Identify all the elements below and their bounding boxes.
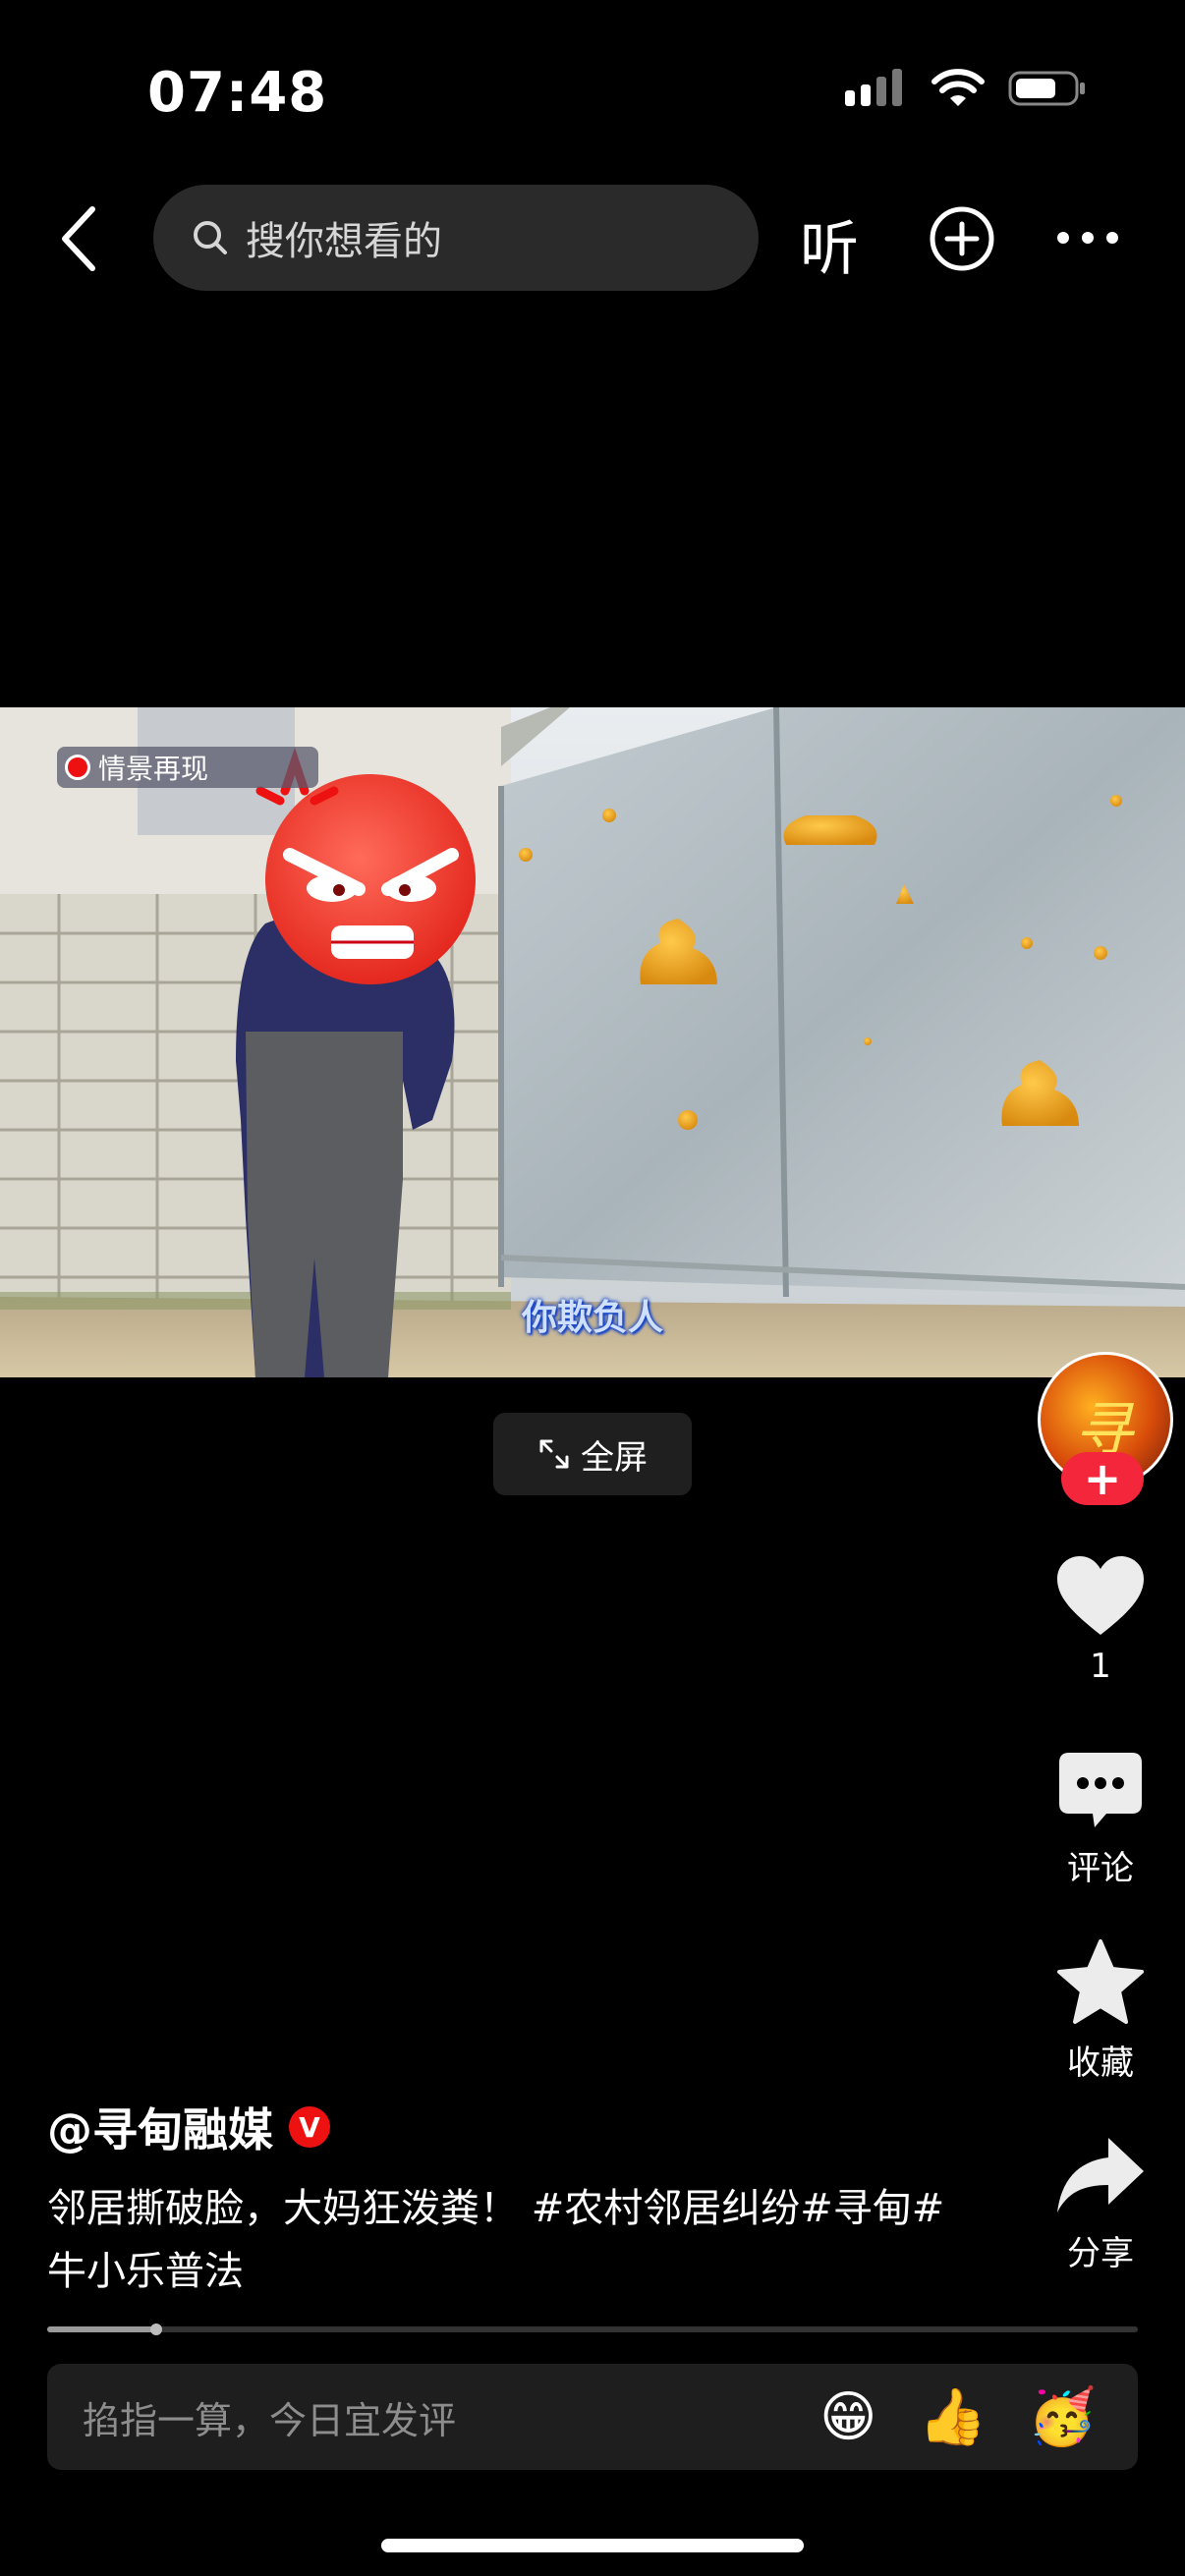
heart-icon — [1057, 1556, 1144, 1635]
comment-label: 评论 — [1067, 1849, 1134, 1888]
comment-button[interactable]: 评论 — [1022, 1749, 1179, 1889]
more-dots-icon — [1057, 232, 1118, 244]
favorite-label: 收藏 — [1067, 2044, 1134, 2083]
favorite-button[interactable]: 收藏 — [1022, 1937, 1179, 2084]
progress-fill — [47, 2326, 156, 2332]
cellular-signal-icon — [845, 69, 902, 106]
scene-badge-label: 情景再现 — [98, 753, 209, 785]
search-placeholder: 搜你想看的 — [246, 219, 442, 264]
video-subtitle: 你欺负人 — [521, 1298, 663, 1338]
search-icon — [194, 221, 227, 254]
record-dot-icon — [65, 755, 90, 780]
status-time: 07:48 — [147, 61, 328, 125]
more-button[interactable] — [1055, 226, 1120, 253]
status-icons — [845, 69, 1087, 108]
scene-reenactment-badge: 情景再现 — [57, 747, 318, 788]
like-count: 1 — [1090, 1647, 1111, 1686]
video-player[interactable]: 情景再现 你欺负人 — [0, 707, 1185, 1377]
grin-emoji-button[interactable]: 😁 — [819, 2385, 876, 2449]
author-name[interactable]: @寻甸融媒 — [47, 2095, 273, 2159]
comment-bubble-icon — [1059, 1753, 1142, 1827]
listen-button[interactable]: 听 — [800, 201, 859, 287]
video-progress-bar[interactable] — [47, 2324, 1138, 2335]
expand-icon — [539, 1439, 569, 1469]
video-frame-image — [0, 707, 1185, 1377]
share-arrow-icon — [1057, 2138, 1144, 2212]
share-button[interactable]: 分享 — [1022, 2132, 1179, 2274]
back-button[interactable] — [55, 201, 104, 276]
fullscreen-button[interactable]: 全屏 — [493, 1413, 692, 1495]
thumbs-up-emoji-button[interactable]: 👍 — [919, 2384, 988, 2449]
share-label: 分享 — [1067, 2234, 1134, 2273]
wifi-icon — [931, 69, 985, 106]
comment-input[interactable]: 掐指一算，今日宜发评 😁 👍 🥳 — [47, 2364, 1138, 2470]
comment-placeholder: 掐指一算，今日宜发评 — [83, 2398, 457, 2442]
plus-circle-icon — [930, 206, 994, 271]
chevron-left-icon — [62, 206, 95, 271]
battery-icon — [1008, 71, 1085, 106]
star-icon — [1057, 1939, 1144, 2024]
video-description: 邻居撕破脸，大妈狂泼粪！ #农村邻居纠纷#寻甸#牛小乐普法 — [47, 2186, 945, 2294]
verified-badge-icon: V — [289, 2106, 330, 2148]
home-indicator[interactable] — [381, 2539, 804, 2552]
party-emoji-button[interactable]: 🥳 — [1028, 2384, 1097, 2449]
fullscreen-label: 全屏 — [581, 1437, 648, 1478]
search-input[interactable]: 搜你想看的 — [153, 185, 759, 291]
like-button[interactable]: 1 — [1022, 1552, 1179, 1686]
progress-handle[interactable] — [150, 2324, 162, 2335]
add-button[interactable] — [928, 204, 996, 277]
follow-button[interactable]: + — [1061, 1452, 1144, 1505]
author-name-row[interactable]: @寻甸融媒 V — [47, 2095, 330, 2159]
